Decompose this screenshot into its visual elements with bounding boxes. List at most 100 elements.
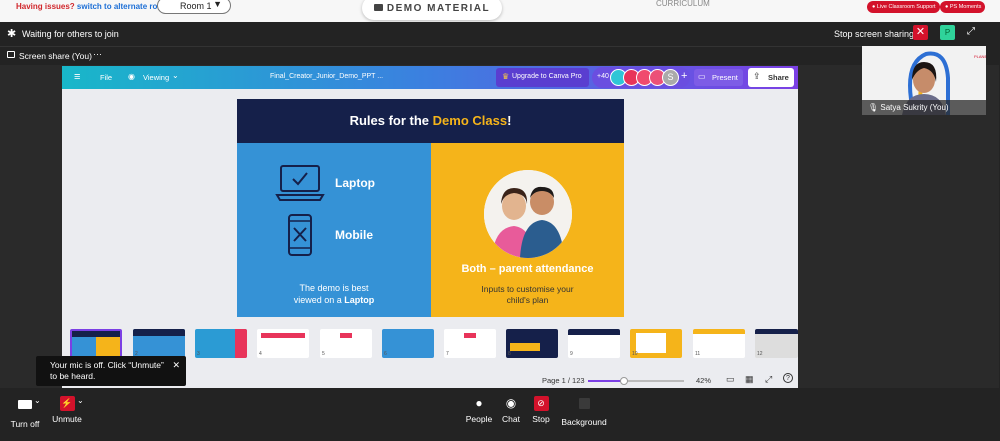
camera-button[interactable]: ⌄ Turn off (8, 394, 42, 434)
viewing-menu[interactable]: Viewing (143, 73, 169, 82)
room-select[interactable]: Room 1 ▼ (157, 0, 231, 14)
fullscreen-icon[interactable]: ⤢ (967, 26, 975, 37)
mic-off-icon: 🎙 (868, 103, 879, 112)
presentation-slide: Rules for the Demo Class! Laptop Mobile … (237, 99, 624, 317)
ps-moments-button[interactable]: ● PS Moments (940, 1, 986, 13)
demo-best-line-1: The demo is best (299, 283, 369, 293)
unmute-label: Unmute (52, 414, 82, 424)
thumbnail-number: 12 (757, 351, 763, 357)
self-video-name-bar: 🎙 Satya Sukrity (You) (862, 100, 986, 115)
present-icon: ▭ (698, 72, 706, 81)
demo-material-button[interactable]: DEMO MATERIAL (362, 0, 502, 20)
background-icon (578, 398, 590, 409)
background-label: Background (561, 417, 607, 427)
slide-thumbnail[interactable]: 7 (444, 329, 496, 358)
slide-title-highlight: Demo Class (432, 113, 508, 128)
slide-thumbnail[interactable]: 3 (195, 329, 247, 358)
slide-left-panel: Laptop Mobile The demo is best viewed on… (237, 143, 431, 317)
eye-icon: ◉ (128, 72, 135, 81)
thumbnail-number: 7 (446, 351, 449, 357)
stop-share-button[interactable]: ⊘ Stop (526, 394, 556, 434)
slide-thumbnail[interactable]: 11 (693, 329, 745, 358)
slide-thumbnail[interactable]: 12 (755, 329, 798, 358)
stop-share-close-icon[interactable]: ✕ (913, 25, 928, 40)
share-button[interactable]: ⇪ Share (748, 68, 794, 87)
help-icon[interactable]: ? (783, 373, 793, 383)
slide-thumbnail[interactable]: 8 (506, 329, 558, 358)
add-icon[interactable]: + (681, 70, 687, 82)
slide-right-panel: Both – parent attendance Inputs to custo… (431, 143, 624, 317)
present-label: Present (712, 73, 738, 82)
meeting-controls: ⌄ Turn off ⚡ ⌄ Unmute ● People ◉ Chat ⊘ … (0, 388, 1000, 441)
thumbnail-number: 5 (322, 351, 325, 357)
demo-best-bold: Laptop (344, 295, 375, 305)
chat-icon: ◉ (505, 396, 517, 410)
slide-thumbnail[interactable]: 5 (320, 329, 372, 358)
document-title[interactable]: Final_Creator_Junior_Demo_PPT ... (270, 73, 383, 80)
switch-room-link[interactable]: switch to alternate room (77, 2, 169, 11)
thumbnail-number: 11 (695, 351, 701, 357)
collaborators-group[interactable]: +40 S + (592, 67, 690, 88)
background-button[interactable]: Background (558, 394, 610, 434)
slide-thumbnail-active[interactable] (70, 329, 122, 358)
people-label: People (465, 414, 493, 424)
file-menu[interactable]: File (100, 73, 112, 82)
chat-button[interactable]: ◉ Chat (496, 394, 526, 434)
mobile-icon (288, 214, 312, 256)
slide-thumbnail[interactable]: 4 (257, 329, 309, 358)
thumbnail-number: 3 (197, 351, 200, 357)
camera-icon (18, 400, 32, 409)
present-button[interactable]: ▭ Present (694, 69, 743, 86)
expand-icon[interactable]: ⤢ (765, 374, 772, 385)
page-indicator: Page 1 / 123 (542, 376, 585, 385)
demo-best-note: The demo is best viewed on a Laptop (237, 282, 431, 306)
slide-title-suffix: ! (507, 113, 512, 128)
curriculum-tab[interactable]: CURRICULUM (656, 0, 710, 8)
collaborator-count: +40 (597, 73, 609, 80)
close-icon[interactable]: ✕ (172, 360, 180, 371)
more-options-icon[interactable]: ··· (93, 49, 102, 59)
laptop-icon (275, 165, 325, 201)
canva-toolbar: ≡ File ◉ Viewing ⌄ Final_Creator_Junior_… (62, 66, 798, 89)
screen-share-tab[interactable]: Screen share (You) (19, 51, 92, 61)
screen-share-tabbar: Screen share (You) ··· (0, 46, 862, 65)
share-icon: ⇪ (753, 71, 761, 81)
person-icon: ● (475, 396, 483, 410)
meeting-header: ✱ Waiting for others to join Stop screen… (0, 22, 1000, 46)
chat-label: Chat (502, 414, 520, 424)
mic-toast: Your mic is off. Click “Unmute” to be he… (36, 356, 186, 386)
upgrade-label: Upgrade to Canva Pro (512, 73, 582, 80)
demo-best-text: viewed on a (293, 295, 345, 305)
slide-thumbnail[interactable]: 10 (630, 329, 682, 358)
slide-title-band: Rules for the Demo Class! (237, 99, 624, 143)
thumbnail-number: 8 (508, 351, 511, 357)
slide-title-prefix: Rules for the (349, 113, 433, 128)
issue-notice: Having issues? switch to alternate room (16, 2, 169, 11)
participant-avatar[interactable]: P (940, 25, 955, 40)
slide-thumbnail[interactable]: 2 (133, 329, 185, 358)
people-button[interactable]: ● People (462, 394, 496, 434)
menu-icon[interactable]: ≡ (74, 71, 80, 83)
chevron-down-icon[interactable]: ⌄ (34, 396, 41, 405)
zoom-slider[interactable] (588, 377, 684, 385)
zoom-slider-handle[interactable] (620, 377, 628, 385)
folder-icon (373, 4, 383, 11)
upgrade-button[interactable]: ♛ Upgrade to Canva Pro (496, 68, 589, 87)
live-support-button[interactable]: ● Live Classroom Support (867, 1, 940, 13)
screen-icon (7, 51, 15, 58)
unmute-button[interactable]: ⚡ ⌄ Unmute (50, 394, 84, 434)
slide-title: Rules for the Demo Class! (237, 113, 624, 128)
parents-illustration (484, 170, 572, 258)
chevron-down-icon[interactable]: ⌄ (77, 396, 84, 405)
zoom-level: 42% (696, 376, 712, 385)
demo-best-line-2: viewed on a Laptop (237, 294, 431, 306)
slide-thumbnail[interactable]: 6 (382, 329, 434, 358)
notes-icon[interactable]: ▭ (726, 374, 735, 385)
thumbnail-number: 6 (384, 351, 387, 357)
demo-material-label: DEMO MATERIAL (386, 3, 491, 14)
gear-icon[interactable]: ✱ (7, 27, 16, 40)
slide-thumbnail[interactable]: 9 (568, 329, 620, 358)
thumbnail-number: 9 (570, 351, 573, 357)
stop-share-label: Stop screen sharing (834, 29, 915, 39)
grid-view-icon[interactable]: ▦ (745, 374, 754, 385)
